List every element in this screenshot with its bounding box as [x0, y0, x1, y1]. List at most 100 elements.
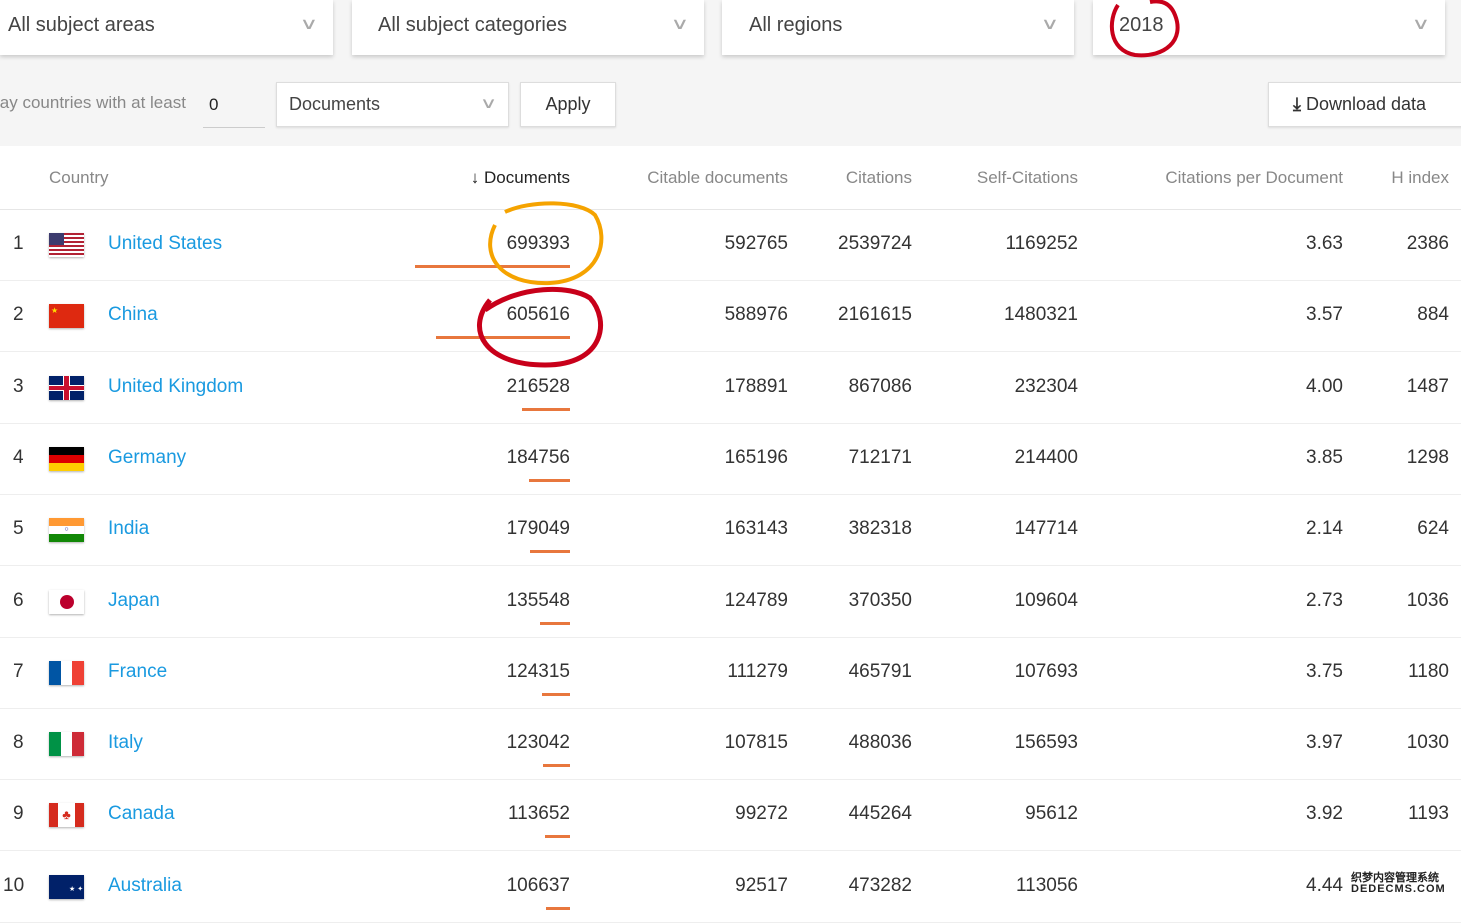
citable-value: 107815: [724, 732, 788, 754]
rank: 9: [13, 803, 24, 825]
citations-value: 712171: [848, 446, 912, 468]
cpd-value: 3.63: [1306, 233, 1343, 254]
min-value-input[interactable]: 0: [203, 84, 265, 128]
citations-value: 382318: [848, 518, 912, 540]
rank: 1: [13, 233, 24, 254]
col-country[interactable]: Country: [49, 168, 109, 188]
country-link[interactable]: Germany: [108, 447, 186, 469]
citable-value: 588976: [724, 304, 788, 326]
documents-value: 106637: [506, 874, 570, 896]
select-value: All subject categories: [378, 14, 567, 36]
citations-value: 370350: [848, 589, 912, 611]
documents-value: 699393: [506, 233, 570, 254]
arrow-down-icon: ↓: [470, 168, 480, 187]
country-link[interactable]: Australia: [108, 875, 182, 897]
col-h-index[interactable]: H index: [1391, 168, 1449, 188]
year-select[interactable]: 2018 ∨: [1093, 0, 1445, 55]
documents-bar: [435, 336, 570, 340]
col-citable[interactable]: Citable documents: [647, 168, 788, 188]
subject-category-select[interactable]: All subject categories ∨: [352, 0, 704, 55]
apply-button[interactable]: Apply: [520, 82, 616, 127]
h-index-value: 1036: [1406, 589, 1449, 611]
country-link[interactable]: United Kingdom: [108, 376, 243, 398]
h-index-value: 2386: [1406, 233, 1449, 254]
cpd-value: 2.14: [1306, 518, 1343, 540]
flag-it-icon: [49, 732, 84, 757]
citable-value: 163143: [724, 518, 788, 540]
col-citations-per-document[interactable]: Citations per Document: [1165, 168, 1343, 188]
cpd-value: 2.73: [1306, 589, 1343, 611]
table-row: 6 Japan 135548 124789 370350 109604 2.73 1036: [0, 567, 1461, 638]
country-link[interactable]: Italy: [108, 732, 143, 754]
documents-value: 123042: [506, 732, 570, 754]
col-self-citations[interactable]: Self-Citations: [977, 168, 1078, 188]
citable-value: 165196: [724, 446, 788, 468]
rank: 3: [13, 375, 24, 397]
table-header: Country ↓ Documents Citable documents Ci…: [0, 146, 1461, 210]
documents-bar: [546, 906, 570, 910]
documents-value: 184756: [506, 446, 570, 468]
citable-value: 592765: [724, 233, 788, 254]
flag-us-icon: [49, 233, 84, 257]
table-row: 9 ♣ Canada 113652 99272 445264 95612 3.92 1193: [0, 780, 1461, 852]
h-index-value: 1030: [1406, 732, 1449, 754]
subject-area-select[interactable]: All subject areas ∨: [0, 0, 333, 55]
citations-value: 465791: [848, 660, 912, 682]
cpd-value: 3.97: [1306, 732, 1343, 754]
citable-value: 178891: [724, 375, 788, 397]
flag-fr-icon: [49, 660, 84, 685]
rank: 8: [13, 732, 24, 754]
self-citations-value: 1169252: [1005, 233, 1078, 254]
col-citations[interactable]: Citations: [846, 168, 912, 188]
documents-bar: [542, 764, 570, 768]
table-row: 2 ★ China 605616 588976 2161615 1480321 3.57 884: [0, 281, 1461, 353]
documents-bar: [522, 407, 570, 411]
documents-value: 124315: [506, 660, 570, 682]
table-row: 10 ★ ✦ Australia 106637 92517 473282 113056 4.4…: [0, 852, 1461, 923]
flag-gb-icon: [49, 375, 84, 400]
chevron-down-icon: ∨: [479, 95, 498, 112]
h-index-value: 884: [1417, 304, 1449, 326]
h-index-value: 1298: [1406, 446, 1449, 468]
select-value: All regions: [749, 14, 843, 36]
table-row: 4 Germany 184756 165196 712171 214400 3.85 1298: [0, 424, 1461, 495]
flag-au-icon: ★ ✦: [49, 874, 84, 899]
citations-value: 445264: [848, 803, 912, 825]
country-link[interactable]: France: [108, 661, 167, 683]
documents-bar: [544, 835, 570, 839]
documents-value: 135548: [506, 589, 570, 611]
citable-value: 99272: [735, 803, 788, 825]
citations-value: 473282: [848, 874, 912, 896]
table-row: 1 United States 699393 592765 2539724 1169252…: [0, 210, 1461, 281]
self-citations-value: 214400: [1014, 446, 1078, 468]
h-index-value: 1193: [1408, 803, 1449, 825]
rank: 7: [13, 660, 24, 682]
self-citations-value: 95612: [1025, 803, 1078, 825]
citations-value: 2161615: [838, 304, 912, 326]
documents-value: 605616: [506, 304, 570, 326]
metric-select[interactable]: Documents ∨: [276, 82, 509, 127]
chevron-down-icon: ∨: [670, 16, 690, 33]
country-link[interactable]: China: [108, 304, 158, 326]
h-index-value: 1180: [1408, 660, 1449, 682]
citations-value: 2539724: [838, 233, 912, 254]
select-value: All subject areas: [8, 14, 155, 36]
region-select[interactable]: All regions ∨: [722, 0, 1074, 55]
country-link[interactable]: India: [108, 518, 149, 540]
rank: 6: [13, 589, 24, 611]
col-label: Documents: [484, 168, 570, 187]
download-data-button[interactable]: ⤓ Download data: [1268, 82, 1461, 127]
self-citations-value: 156593: [1014, 732, 1078, 754]
documents-bar: [529, 478, 570, 482]
h-index-value: 1487: [1406, 375, 1449, 397]
col-documents[interactable]: ↓ Documents: [471, 168, 570, 188]
chevron-down-icon: ∨: [1040, 16, 1060, 33]
table-row: 8 Italy 123042 107815 488036 156593 3.97 1030: [0, 709, 1461, 781]
country-link[interactable]: Japan: [108, 590, 160, 612]
documents-bar: [540, 621, 570, 625]
self-citations-value: 147714: [1014, 518, 1078, 540]
country-link[interactable]: United States: [108, 233, 222, 255]
rank: 4: [13, 446, 24, 468]
country-link[interactable]: Canada: [108, 803, 175, 825]
documents-value: 216528: [506, 375, 570, 397]
